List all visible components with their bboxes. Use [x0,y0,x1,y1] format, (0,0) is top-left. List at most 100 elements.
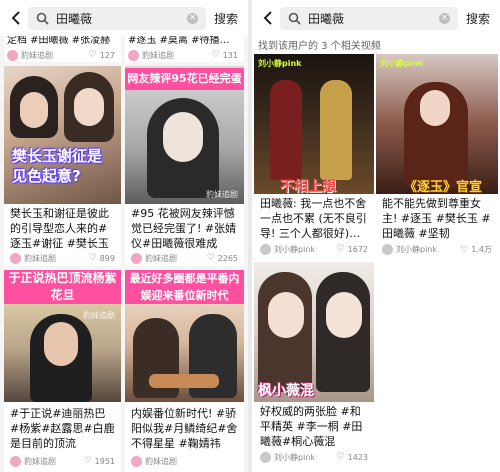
thumbnail-title: 枫小薇混 [258,383,314,399]
video-thumbnail: 于正说热巴顶流杨紫花旦 豹妹追剧 [4,270,121,402]
heart-icon: ♡ [83,456,92,466]
heart-icon: ♡ [211,50,220,60]
author-name: 豹妹追剧 [145,254,177,263]
like-count: ♡ 1672 [336,244,368,254]
heart-icon: ♡ [336,244,345,254]
thumbnail-banner: 网友辣评95花已经完蛋 [125,68,244,90]
avatar [10,253,21,264]
card-author: 刘小静pink [382,244,437,255]
video-card[interactable]: 枫小薇混 好权威的两张脸 #和平精英 #李一桐 #田曦薇#桐心薇混 刘小静pin… [254,262,374,466]
avatar [7,50,18,61]
video-card[interactable]: 定档 #田曦薇 #张凌赫 豹妹追剧 ♡ 127 [4,36,121,62]
clear-icon[interactable]: × [439,13,450,24]
heart-icon: ♡ [206,253,215,263]
like-count: ♡ 1.4万 [460,244,492,255]
search-query: 田曦薇 [308,12,345,26]
video-thumbnail: 最近好多圈都是平番内娱迎来番位新时代 [125,270,244,402]
heart-icon: ♡ [336,452,345,462]
channel-logo: 刘小静pink [258,59,302,68]
person-face [268,292,304,338]
person-face [163,112,203,162]
card-author: 豹妹追剧 [10,253,56,264]
like-count: ♡ 899 [88,253,115,263]
person-face [326,292,362,338]
search-button[interactable]: 搜索 [214,10,238,27]
person-face [74,88,104,126]
card-author: 豹妹追剧 [131,456,177,467]
card-caption: 樊长玉和谢征是彼此的引导型恋人来的#逐玉#谢征 #樊长玉 #田… [10,207,109,250]
video-thumbnail: 刘小静pink 不相上想 [254,54,374,194]
video-card[interactable]: 最近好多圈都是平番内娱迎来番位新时代 内娱番位新时代! #骄阳似我#月鳞绮纪#舍… [125,270,244,472]
person-figure [320,80,352,180]
avatar [260,244,271,255]
card-author: 刘小静pink [260,452,315,463]
watermark: 豹妹追剧 [206,190,238,199]
card-caption: 能不能先做到尊重女主! #逐玉 #樊长玉 #田曦薇 #坚韧 [382,197,491,240]
card-author: 豹妹追剧 [7,50,53,61]
right-screen: 田曦薇 × 搜索 找到该用户的 3 个相关视频 刘小静pink 不相上想 田曦薇… [252,0,500,472]
avatar [10,456,21,467]
card-author: 豹妹追剧 [10,456,56,467]
avatar [131,253,142,264]
heart-icon: ♡ [88,253,97,263]
author-name: 豹妹追剧 [24,254,56,263]
like-count: ♡ 1951 [83,456,115,466]
search-input[interactable]: 田曦薇 × [28,7,206,30]
avatar [128,50,139,61]
screens: 田曦薇 × 搜索 定档 #田曦薇 #张凌赫 豹妹追剧 ♡ 127 #逐玉 #莫离 … [0,0,500,472]
search-button[interactable]: 搜索 [466,10,490,27]
author-name: 刘小静pink [274,453,316,462]
video-card[interactable]: 刘小静pink 《逐玉》官宣 能不能先做到尊重女主! #逐玉 #樊长玉 #田曦薇… [376,54,498,258]
video-card[interactable]: 刘小静pink 不相上想 田曦薇: 我一点也不舍一点也不累 (无不良引导! 三个… [254,54,374,258]
person-figure [270,80,302,180]
clear-icon[interactable]: × [187,13,198,24]
video-thumbnail: 刘小静pink 《逐玉》官宣 [376,54,498,194]
thumbnail-banner: 最近好多圈都是平番内娱迎来番位新时代 [125,270,244,304]
author-name: 豹妹追剧 [24,457,56,466]
card-author: 豹妹追剧 [128,50,174,61]
thumbnail-title: 《逐玉》官宣 [404,180,483,194]
video-card[interactable]: #逐玉 #莫离 #待播… 豹妹追剧 ♡ 131 [125,36,244,62]
result-count: 找到该用户的 3 个相关视频 [258,41,381,52]
like-count: ♡ 1423 [336,452,368,462]
card-caption: #95 花被网友辣评憾觉已经完蛋了! #张婧仪#田曦薇很难成为… [131,207,237,250]
card-author: 刘小静pink [260,244,315,255]
video-card[interactable]: 于正说热巴顶流杨紫花旦 豹妹追剧 #于正说#迪丽热巴 #杨紫#赵露思#白鹿是目前… [4,270,121,472]
top-search-bar: 田曦薇 × 搜索 [0,0,248,36]
video-card[interactable]: 网友辣评95花已经完蛋 豹妹追剧 #95 花被网友辣评憾觉已经完蛋了! #张婧仪… [125,66,244,266]
card-caption: 内娱番位新时代! #骄阳似我#月鳞绮纪#舍不得星星 #鞠婧祎#… [131,407,238,450]
video-card[interactable]: 樊长玉谢征是见色起意? 樊长玉和谢征是彼此的引导型恋人来的#逐玉#谢征 #樊长玉… [4,66,121,266]
search-input[interactable]: 田曦薇 × [280,7,458,30]
card-caption: 定档 #田曦薇 #张凌赫 [7,36,111,46]
table-object [149,374,219,388]
top-search-bar: 田曦薇 × 搜索 [252,0,500,36]
back-arrow-icon[interactable] [260,9,278,27]
avatar [382,244,393,255]
video-thumbnail: 樊长玉谢征是见色起意? [4,66,121,204]
thumbnail-title: 樊长玉谢征是见色起意? [12,147,103,185]
thumbnail-banner: 于正说热巴顶流杨紫花旦 [4,270,121,304]
search-icon [288,12,301,25]
search-icon [36,12,49,25]
card-caption: 田曦薇: 我一点也不舍一点也不累 (无不良引导! 三个人都很好)… [260,197,367,240]
avatar [131,456,142,467]
person-face [44,322,78,366]
author-name: 豹妹追剧 [21,51,53,60]
heart-icon: ♡ [460,244,469,255]
author-name: 刘小静pink [396,245,438,254]
channel-logo: 刘小静pink [380,59,424,68]
like-count: ♡ 127 [88,50,115,60]
card-caption: #于正说#迪丽热巴 #杨紫#赵露思#白鹿是目前的顶流 [10,407,115,450]
card-caption: 好权威的两张脸 #和平精英 #李一桐 #田曦薇#桐心薇混 [260,405,363,448]
back-arrow-icon[interactable] [8,9,26,27]
author-name: 刘小静pink [274,245,316,254]
card-author: 豹妹追剧 [131,253,177,264]
video-thumbnail: 网友辣评95花已经完蛋 豹妹追剧 [125,66,244,204]
card-caption: #逐玉 #莫离 #待播… [128,36,230,46]
video-thumbnail: 枫小薇混 [254,262,374,402]
thumbnail-title: 不相上想 [280,179,336,194]
avatar [260,452,271,463]
search-query: 田曦薇 [56,12,93,26]
author-name: 豹妹追剧 [145,457,177,466]
like-count: ♡ 2265 [206,253,238,263]
